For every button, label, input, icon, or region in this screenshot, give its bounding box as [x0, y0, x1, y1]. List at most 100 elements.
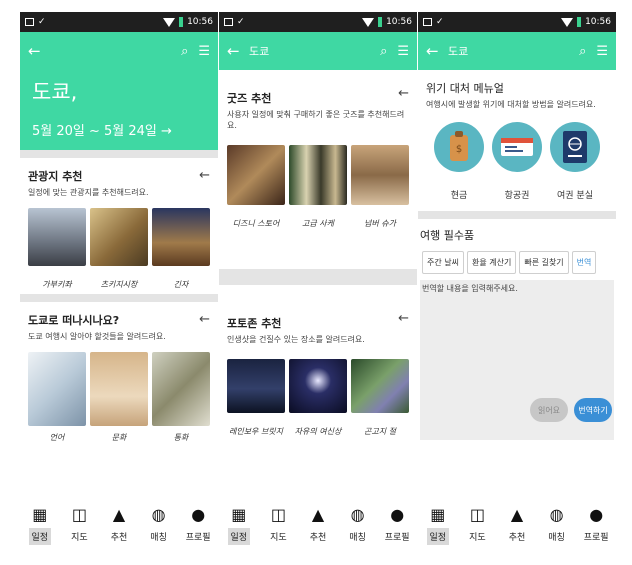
nav-map[interactable]: ◫ 지도 — [261, 503, 295, 545]
nav-matching[interactable]: ◍ 매칭 — [142, 503, 176, 545]
divider — [20, 294, 218, 302]
battery-icon — [577, 17, 582, 27]
crisis-item-cash[interactable]: $ 현금 — [432, 122, 486, 201]
phone-screen-schedule: ✓ 10:56 ← ⌕ ☰ 도쿄, 5월 20일 ~ 5월 24일 → 관광지 … — [20, 12, 218, 565]
check-icon: ✓ — [436, 17, 444, 27]
section-title: 포토존 추천 — [227, 317, 282, 330]
item-caption: 여권 분실 — [557, 191, 593, 201]
list-item[interactable]: 넘버 슈가 — [351, 145, 409, 229]
section-goods: 굿즈 추천 사용자 일정에 맞춰 구매하기 좋은 굿즈를 추천해드려요. ← 디… — [219, 70, 417, 233]
status-bar: ✓ 10:56 — [20, 12, 218, 32]
list-item[interactable]: 곤고지 절 — [351, 359, 409, 437]
hero-dates[interactable]: 5월 20일 ~ 5월 24일 → — [32, 120, 206, 139]
search-icon[interactable]: ⌕ — [181, 44, 188, 59]
list-item[interactable]: 언어 — [28, 352, 86, 443]
nav-recommend[interactable]: ▲ 추천 — [102, 503, 136, 545]
translate-button[interactable]: 번역하기 — [574, 398, 612, 422]
list-item[interactable]: 문화 — [90, 352, 148, 443]
back-arrow-icon[interactable]: ← — [398, 86, 409, 101]
translate-tab-button[interactable]: 번역 — [571, 251, 597, 274]
check-icon: ✓ — [38, 17, 46, 27]
item-caption: 디즈니 스토어 — [232, 219, 280, 228]
globe-icon: ◍ — [151, 504, 166, 524]
back-arrow-icon[interactable]: ← — [227, 42, 249, 60]
item-caption: 곤고지 절 — [364, 427, 396, 436]
section-tokyo-info: 도쿄로 떠나시나요? 도쿄 여행시 알아야 할것들을 알려드려요. ← 언어 문… — [20, 302, 218, 447]
item-caption: 항공권 — [504, 191, 530, 201]
section-photozone: 포토존 추천 인생샷을 건질수 있는 장소를 알려드려요. ← 레인보우 브릿지… — [219, 285, 417, 441]
crisis-item-ticket[interactable]: 항공권 — [490, 122, 544, 201]
calendar-icon: ▦ — [430, 504, 446, 524]
menu-icon[interactable]: ☰ — [397, 44, 409, 59]
wifi-icon — [561, 17, 574, 27]
back-arrow-icon[interactable]: ← — [398, 311, 409, 326]
exchange-calculator-button[interactable]: 환율 계산기 — [466, 251, 517, 274]
statue-of-liberty-photo — [289, 359, 347, 413]
nav-profile[interactable]: ● 프로필 — [380, 503, 414, 545]
clock: 10:56 — [187, 17, 213, 27]
section-desc: 인생샷을 건질수 있는 장소를 알려드려요. — [227, 335, 365, 344]
nav-schedule[interactable]: ▦ 일정 — [222, 503, 256, 545]
crisis-item-passport[interactable]: 여권 분실 — [548, 122, 602, 201]
bottom-nav: ▦ 일정 ◫ 지도 ▲ 추천 ◍ 매칭 ● 프로필 — [20, 495, 218, 553]
back-arrow-icon[interactable]: ← — [199, 312, 210, 327]
nav-recommend[interactable]: ▲ 추천 — [301, 503, 335, 545]
section-desc: 일정에 맞는 관광지를 추천해드려요. — [28, 188, 149, 197]
nav-map[interactable]: ◫ 지도 — [460, 503, 494, 545]
weekly-weather-button[interactable]: 주간 날씨 — [422, 251, 464, 274]
nav-profile[interactable]: ● 프로필 — [579, 503, 613, 545]
wifi-icon — [362, 17, 375, 27]
nav-map[interactable]: ◫ 지도 — [62, 503, 96, 545]
globe-icon: ◍ — [549, 504, 564, 524]
tsukiji-photo — [90, 208, 148, 266]
ticket-icon — [492, 122, 542, 172]
back-arrow-icon[interactable]: ← — [426, 42, 448, 60]
menu-icon[interactable]: ☰ — [198, 44, 210, 59]
listen-button[interactable]: 읽어요 — [530, 398, 568, 422]
list-item[interactable]: 긴자 — [152, 208, 210, 290]
app-bar: ← ⌕ ☰ — [20, 32, 218, 70]
item-caption: 현금 — [450, 191, 468, 201]
item-caption: 레인보우 브릿지 — [228, 427, 284, 436]
number-sugar-photo — [351, 145, 409, 205]
back-arrow-icon[interactable]: ← — [28, 42, 50, 60]
battery-icon — [179, 17, 184, 27]
map-icon: ◫ — [270, 504, 286, 524]
mail-icon — [25, 18, 34, 26]
currency-photo — [152, 352, 210, 426]
list-item[interactable]: 고급 사케 — [289, 145, 347, 229]
wifi-icon — [163, 17, 176, 27]
list-item[interactable]: 레인보우 브릿지 — [227, 359, 285, 437]
list-item[interactable]: 자유의 여신상 — [289, 359, 347, 437]
list-item[interactable]: 츠키지시장 — [90, 208, 148, 290]
passport-icon — [550, 122, 600, 172]
translate-input[interactable]: 번역할 내용을 입력해주세요. 읽어요 번역하기 — [420, 280, 614, 440]
thumbs-up-icon: ▲ — [510, 504, 524, 524]
app-bar-title: 도쿄 — [448, 45, 469, 58]
globe-icon: ◍ — [350, 504, 365, 524]
menu-icon[interactable]: ☰ — [596, 44, 608, 59]
person-icon: ● — [390, 504, 405, 524]
list-item[interactable]: 통화 — [152, 352, 210, 443]
quick-directions-button[interactable]: 빠른 길찾기 — [519, 251, 569, 274]
back-arrow-icon[interactable]: ← — [199, 168, 210, 183]
nav-matching[interactable]: ◍ 매칭 — [341, 503, 375, 545]
nav-profile[interactable]: ● 프로필 — [181, 503, 215, 545]
screenshot-frame: ✓ 10:56 ← ⌕ ☰ 도쿄, 5월 20일 ~ 5월 24일 → 관광지 … — [0, 0, 632, 565]
item-caption: 긴자 — [173, 280, 189, 289]
item-caption: 통화 — [173, 433, 189, 442]
item-caption: 가부키좌 — [42, 280, 72, 289]
list-item[interactable]: 가부키좌 — [28, 208, 86, 290]
nav-matching[interactable]: ◍ 매칭 — [540, 503, 574, 545]
mail-icon — [224, 18, 233, 26]
nav-schedule[interactable]: ▦ 일정 — [421, 503, 455, 545]
section-title: 도쿄로 떠나시나요? — [28, 314, 120, 327]
disney-store-photo — [227, 145, 285, 205]
search-icon[interactable]: ⌕ — [579, 44, 586, 59]
nav-recommend[interactable]: ▲ 추천 — [500, 503, 534, 545]
list-item[interactable]: 디즈니 스토어 — [227, 145, 285, 229]
search-icon[interactable]: ⌕ — [380, 44, 387, 59]
nav-schedule[interactable]: ▦ 일정 — [23, 503, 57, 545]
section-essentials: 여행 필수품 주간 날씨 환율 계산기 빠른 길찾기 번역 번역할 내용을 입력… — [418, 219, 616, 440]
section-title: 여행 필수품 — [420, 229, 475, 242]
